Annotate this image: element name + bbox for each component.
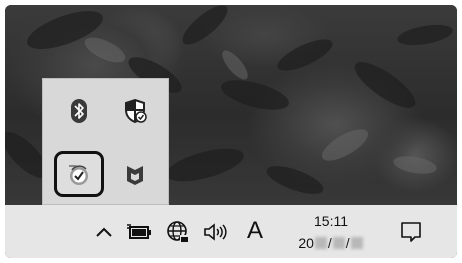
defender-tray-button[interactable] — [111, 87, 159, 135]
clock-date: 20 / / — [298, 234, 363, 252]
windows-defender-icon — [125, 98, 147, 124]
taskbar: A 15:11 20 / / — [5, 205, 457, 258]
speaker-volume-icon — [204, 223, 227, 241]
bluetooth-icon — [71, 99, 87, 123]
chevron-up-icon — [96, 227, 112, 237]
network-button[interactable] — [165, 219, 191, 245]
ime-mode-button[interactable]: A — [243, 215, 267, 247]
battery-plugged-icon — [127, 224, 151, 239]
show-hidden-icons-button[interactable] — [93, 221, 115, 243]
clock-date-separator: / — [345, 235, 350, 251]
clock-date-year-prefix: 20 — [298, 235, 314, 251]
screen-frame: A 15:11 20 / / — [5, 5, 457, 258]
ime-mode-label: A — [246, 217, 263, 244]
volume-button[interactable] — [201, 221, 229, 243]
redacted-year — [314, 237, 327, 249]
battery-status-button[interactable] — [125, 221, 153, 243]
bluetooth-tray-button[interactable] — [55, 87, 103, 135]
globe-network-icon — [167, 221, 189, 243]
clock-time: 15:11 — [314, 213, 348, 229]
notification-icon — [401, 222, 421, 242]
action-center-button[interactable] — [397, 219, 425, 245]
clock-button[interactable]: 15:11 20 / / — [277, 211, 385, 253]
sync-icon — [69, 165, 88, 185]
mcafee-icon — [127, 166, 143, 185]
clock-date-separator: / — [327, 235, 332, 251]
redacted-month — [332, 237, 345, 249]
sync-tray-button[interactable] — [54, 151, 104, 197]
redacted-day — [350, 237, 363, 249]
mcafee-tray-button[interactable] — [111, 151, 159, 199]
tray-overflow-panel — [42, 78, 169, 205]
